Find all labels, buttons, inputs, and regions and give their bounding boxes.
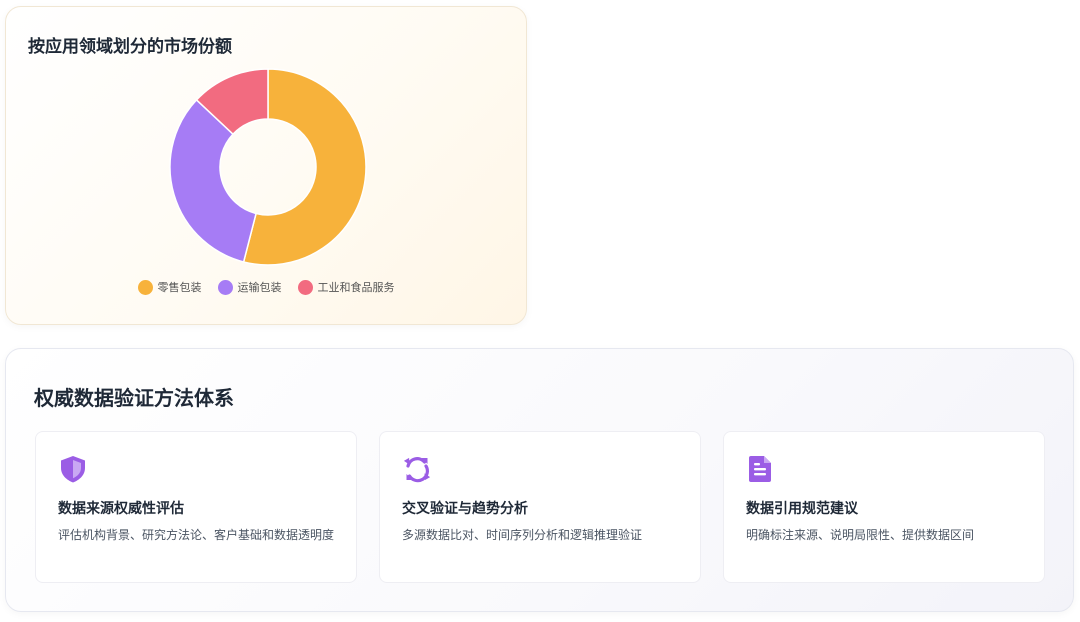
method-section: 权威数据验证方法体系 数据来源权威性评估 评估机构背景、研究方法论、客户基础和数… [5,348,1074,612]
method-card-title: 数据来源权威性评估 [58,501,184,517]
document-icon [749,456,771,482]
method-section-title: 权威数据验证方法体系 [34,386,234,410]
method-card-title: 交叉验证与趋势分析 [402,501,528,517]
method-card-citation-norms: 数据引用规范建议 明确标注来源、说明局限性、提供数据区间 [723,431,1045,583]
legend-item[interactable]: 零售包装 [137,279,202,295]
method-card-source-authority: 数据来源权威性评估 评估机构背景、研究方法论、客户基础和数据透明度 [35,431,357,583]
legend-swatch [137,279,153,295]
legend-item[interactable]: 运输包装 [217,279,282,295]
market-share-card: 按应用领域划分的市场份额 零售包装 运输包装 工业和食品服务 [5,6,527,325]
legend-swatch [297,279,313,295]
refresh-icon [403,457,431,483]
method-card-desc: 多源数据比对、时间序列分析和逻辑推理验证 [402,528,643,542]
legend-item[interactable]: 工业和食品服务 [297,279,395,295]
shield-icon [61,456,85,483]
legend-label: 运输包装 [237,281,282,294]
method-card-title: 数据引用规范建议 [746,501,858,517]
legend-label: 工业和食品服务 [317,281,395,294]
legend-swatch [217,279,233,295]
legend-label: 零售包装 [157,281,202,294]
method-card-cross-validation: 交叉验证与趋势分析 多源数据比对、时间序列分析和逻辑推理验证 [379,431,701,583]
method-card-desc: 明确标注来源、说明局限性、提供数据区间 [746,528,975,542]
chart-legend: 零售包装 运输包装 工业和食品服务 [6,279,526,295]
method-card-desc: 评估机构背景、研究方法论、客户基础和数据透明度 [58,528,335,542]
